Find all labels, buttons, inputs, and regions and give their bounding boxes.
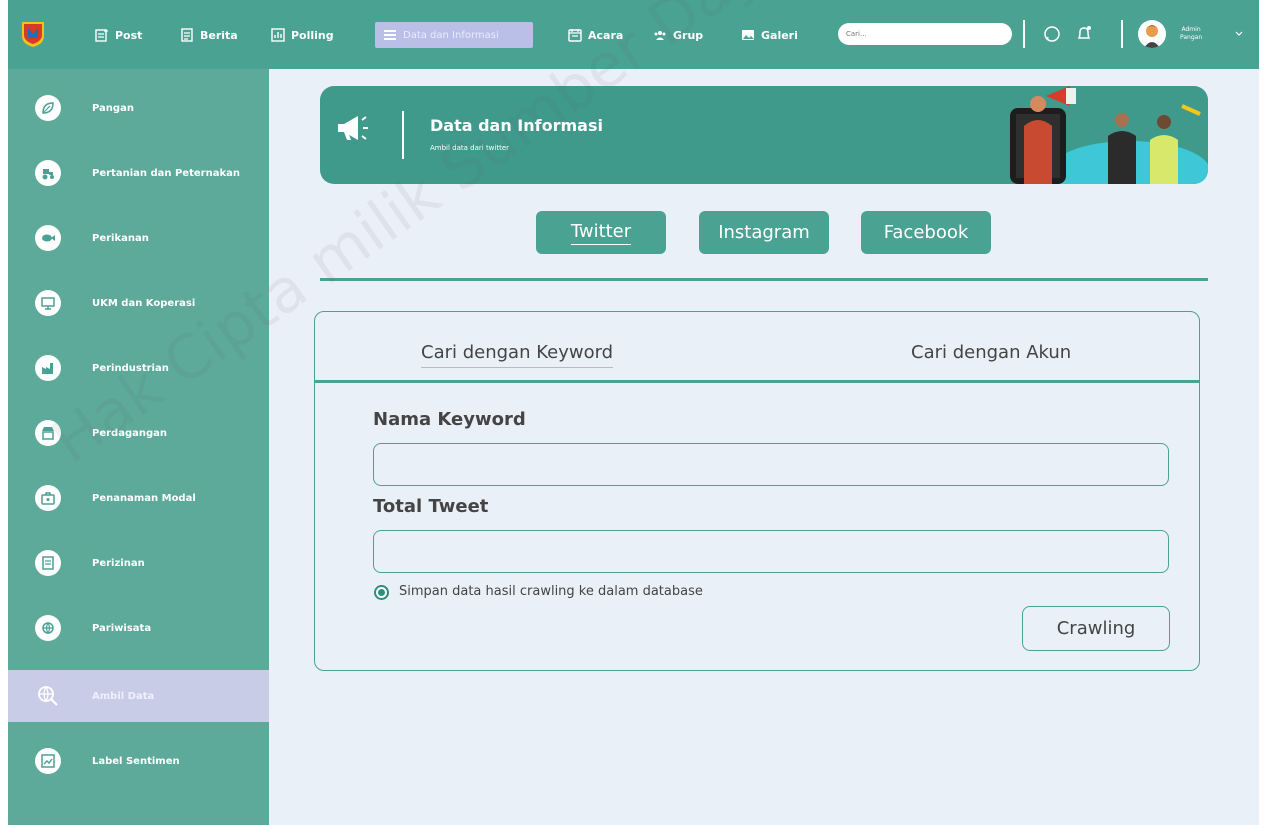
search-input[interactable] <box>838 23 1012 45</box>
nav-acara-label: Acara <box>588 28 624 42</box>
chevron-down-icon[interactable] <box>1233 27 1245 39</box>
list-icon <box>384 30 396 40</box>
notification-bell-icon[interactable] <box>1074 24 1094 44</box>
chat-icon[interactable] <box>1042 24 1062 44</box>
sidebar-item-label: Perindustrian <box>92 362 169 374</box>
regency-logo[interactable] <box>20 20 46 48</box>
post-icon <box>95 29 108 42</box>
sidebar-item-label-sentimen[interactable]: Label Sentimen <box>8 735 269 787</box>
search-globe-icon <box>35 683 61 709</box>
nav-acara[interactable]: Acara <box>568 22 623 48</box>
nav-post[interactable]: Post <box>95 22 142 48</box>
sidebar-item-pangan[interactable]: Pangan <box>8 82 269 134</box>
sidebar-item-perdagangan[interactable]: Perdagangan <box>8 407 269 459</box>
nav-post-label: Post <box>115 28 143 42</box>
sidebar-item-ukm[interactable]: UKM dan Koperasi <box>8 277 269 329</box>
sidebar-item-label: Label Sentimen <box>92 755 180 767</box>
tweet-count-label: Total Tweet <box>373 496 489 517</box>
sidebar-item-label: Penanaman Modal <box>92 492 196 504</box>
banner-divider <box>402 111 404 159</box>
sidebar-item-perikanan[interactable]: Perikanan <box>8 212 269 264</box>
page-banner: Data dan Informasi Ambil data dari twitt… <box>320 86 1208 184</box>
sidebar-item-pariwisata[interactable]: Pariwisata <box>8 602 269 654</box>
fish-icon <box>35 225 61 251</box>
keyword-label: Nama Keyword <box>373 409 526 430</box>
sidebar-item-label: UKM dan Koperasi <box>92 297 196 309</box>
nav-grup[interactable]: Grup <box>653 22 703 48</box>
sidebar-item-penanaman-modal[interactable]: Penanaman Modal <box>8 472 269 524</box>
tab-divider <box>314 380 1200 383</box>
nav-grup-label: Grup <box>673 28 704 42</box>
sentiment-chart-icon <box>35 748 61 774</box>
nav-galeri[interactable]: Galeri <box>741 22 798 48</box>
user-info[interactable]: Admin Pangan <box>1180 26 1202 42</box>
leaf-icon <box>35 95 61 121</box>
sidebar-item-label: Perikanan <box>92 232 149 244</box>
tab-facebook-label: Facebook <box>883 222 969 243</box>
chart-icon <box>271 28 285 42</box>
briefcase-icon <box>35 485 61 511</box>
user-name: Admin <box>1181 26 1201 33</box>
sidebar-item-label: Pariwisata <box>92 622 152 634</box>
sidebar-item-label: Pangan <box>92 102 134 114</box>
image-icon <box>742 30 754 40</box>
crowd-illustration <box>1010 86 1208 184</box>
sidebar: Pangan Pertanian dan Peternakan Perikana… <box>8 69 269 825</box>
nav-berita-label: Berita <box>200 28 238 42</box>
page-subtitle: Ambil data dari twitter <box>430 144 510 152</box>
top-navbar: Post Berita Polling Data dan Informasi A… <box>8 0 1259 69</box>
tab-twitter-label: Twitter <box>570 221 632 245</box>
sidebar-item-label: Perdagangan <box>92 427 167 439</box>
calendar-icon <box>568 29 582 42</box>
nav-berita[interactable]: Berita <box>180 22 238 48</box>
megaphone-icon <box>338 116 368 140</box>
sidebar-item-perindustrian[interactable]: Perindustrian <box>8 342 269 394</box>
sidebar-item-label: Perizinan <box>92 557 145 569</box>
crawl-form-card: Cari dengan Keyword Cari dengan Akun Nam… <box>314 311 1200 671</box>
tourism-icon <box>35 615 61 641</box>
crawling-button[interactable]: Crawling <box>1022 606 1170 651</box>
factory-icon <box>35 355 61 381</box>
sidebar-item-label: Ambil Data <box>92 690 155 702</box>
page-title: Data dan Informasi <box>430 116 603 135</box>
tractor-icon <box>35 160 61 186</box>
sidebar-item-perizinan[interactable]: Perizinan <box>8 537 269 589</box>
tab-instagram[interactable]: Instagram <box>699 211 829 254</box>
save-to-database-radio[interactable] <box>374 585 389 600</box>
divider <box>1121 20 1123 48</box>
avatar-image <box>1144 25 1160 48</box>
tweet-count-input[interactable] <box>373 530 1169 573</box>
nav-data-label: Data dan Informasi <box>403 29 499 41</box>
group-icon <box>654 31 666 40</box>
tab-instagram-label: Instagram <box>718 222 810 243</box>
user-avatar[interactable] <box>1138 20 1166 48</box>
nav-galeri-label: Galeri <box>761 28 798 42</box>
divider <box>1023 20 1025 48</box>
section-divider <box>320 278 1208 281</box>
save-to-database-label: Simpan data hasil crawling ke dalam data… <box>399 584 703 599</box>
user-role: Pangan <box>1180 34 1203 41</box>
sidebar-item-label: Pertanian dan Peternakan <box>92 167 240 179</box>
nav-polling-label: Polling <box>291 28 334 42</box>
store-icon <box>35 420 61 446</box>
license-icon <box>35 550 61 576</box>
keyword-input[interactable] <box>373 443 1169 486</box>
nav-polling[interactable]: Polling <box>271 22 334 48</box>
nav-data-dan-informasi[interactable]: Data dan Informasi <box>375 22 533 48</box>
tab-facebook[interactable]: Facebook <box>861 211 991 254</box>
sidebar-item-ambil-data[interactable]: Ambil Data <box>8 670 269 722</box>
tab-twitter[interactable]: Twitter <box>536 211 666 254</box>
app-frame: Post Berita Polling Data dan Informasi A… <box>8 0 1259 825</box>
monitor-icon <box>35 290 61 316</box>
tab-search-account[interactable]: Cari dengan Akun <box>911 342 1071 363</box>
sidebar-item-pertanian[interactable]: Pertanian dan Peternakan <box>8 147 269 199</box>
tab-search-keyword[interactable]: Cari dengan Keyword <box>421 342 614 368</box>
news-icon <box>181 28 193 42</box>
